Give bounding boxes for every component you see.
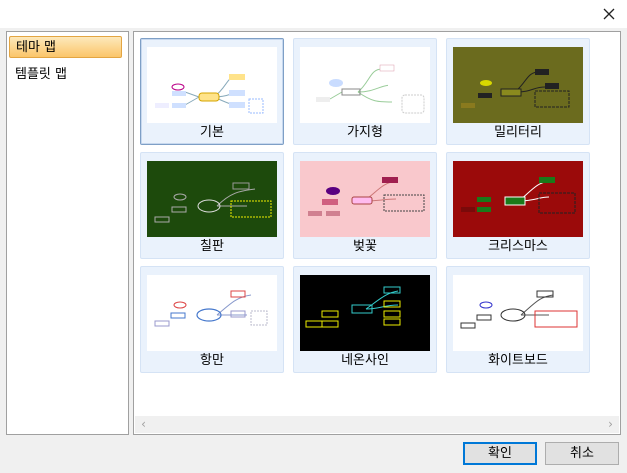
theme-preview — [147, 161, 277, 237]
close-icon[interactable] — [599, 4, 619, 24]
theme-label: 화이트보드 — [488, 353, 548, 368]
theme-tile-branch[interactable]: 가지형 — [293, 38, 437, 145]
theme-label: 항만 — [200, 353, 224, 368]
category-list: 테마 맵 템플릿 맵 — [6, 31, 129, 435]
theme-tile-whiteboard[interactable]: 화이트보드 — [446, 266, 590, 373]
theme-preview — [453, 275, 583, 351]
category-template-map[interactable]: 템플릿 맵 — [9, 64, 122, 86]
horizontal-scrollbar[interactable]: ‹ › — [135, 416, 619, 433]
theme-preview — [147, 47, 277, 123]
theme-label: 칠판 — [200, 239, 224, 254]
ok-button[interactable]: 확인 — [463, 442, 537, 465]
theme-label: 벚꽃 — [353, 239, 377, 254]
theme-tile-christmas[interactable]: 크리스마스 — [446, 152, 590, 259]
theme-preview — [453, 161, 583, 237]
theme-label: 크리스마스 — [488, 239, 548, 254]
theme-label: 가지형 — [347, 125, 383, 140]
theme-preview — [300, 275, 430, 351]
theme-tile-military[interactable]: 밀리터리 — [446, 38, 590, 145]
theme-tile-basic[interactable]: 기본 — [140, 38, 284, 145]
theme-preview — [300, 47, 430, 123]
category-theme-map[interactable]: 테마 맵 — [9, 36, 122, 58]
theme-label: 네온사인 — [341, 353, 389, 368]
cancel-button[interactable]: 취소 — [545, 442, 619, 465]
theme-preview — [147, 275, 277, 351]
theme-tile-neon-sign[interactable]: 네온사인 — [293, 266, 437, 373]
theme-tile-cherry-blossom[interactable]: 벚꽃 — [293, 152, 437, 259]
theme-label: 기본 — [200, 125, 224, 140]
theme-label: 밀리터리 — [494, 125, 542, 140]
chevron-left-icon[interactable]: ‹ — [135, 416, 152, 433]
chevron-right-icon[interactable]: › — [602, 416, 619, 433]
theme-preview — [300, 161, 430, 237]
theme-tile-harbor[interactable]: 항만 — [140, 266, 284, 373]
theme-tile-chalkboard[interactable]: 칠판 — [140, 152, 284, 259]
theme-gallery: 기본 가지형 밀리터리 칠판 벚꽃 크리스마스 항만 네온사인 화이트보드 ‹ … — [133, 31, 621, 435]
theme-preview — [453, 47, 583, 123]
dialog-titlebar — [0, 0, 627, 28]
